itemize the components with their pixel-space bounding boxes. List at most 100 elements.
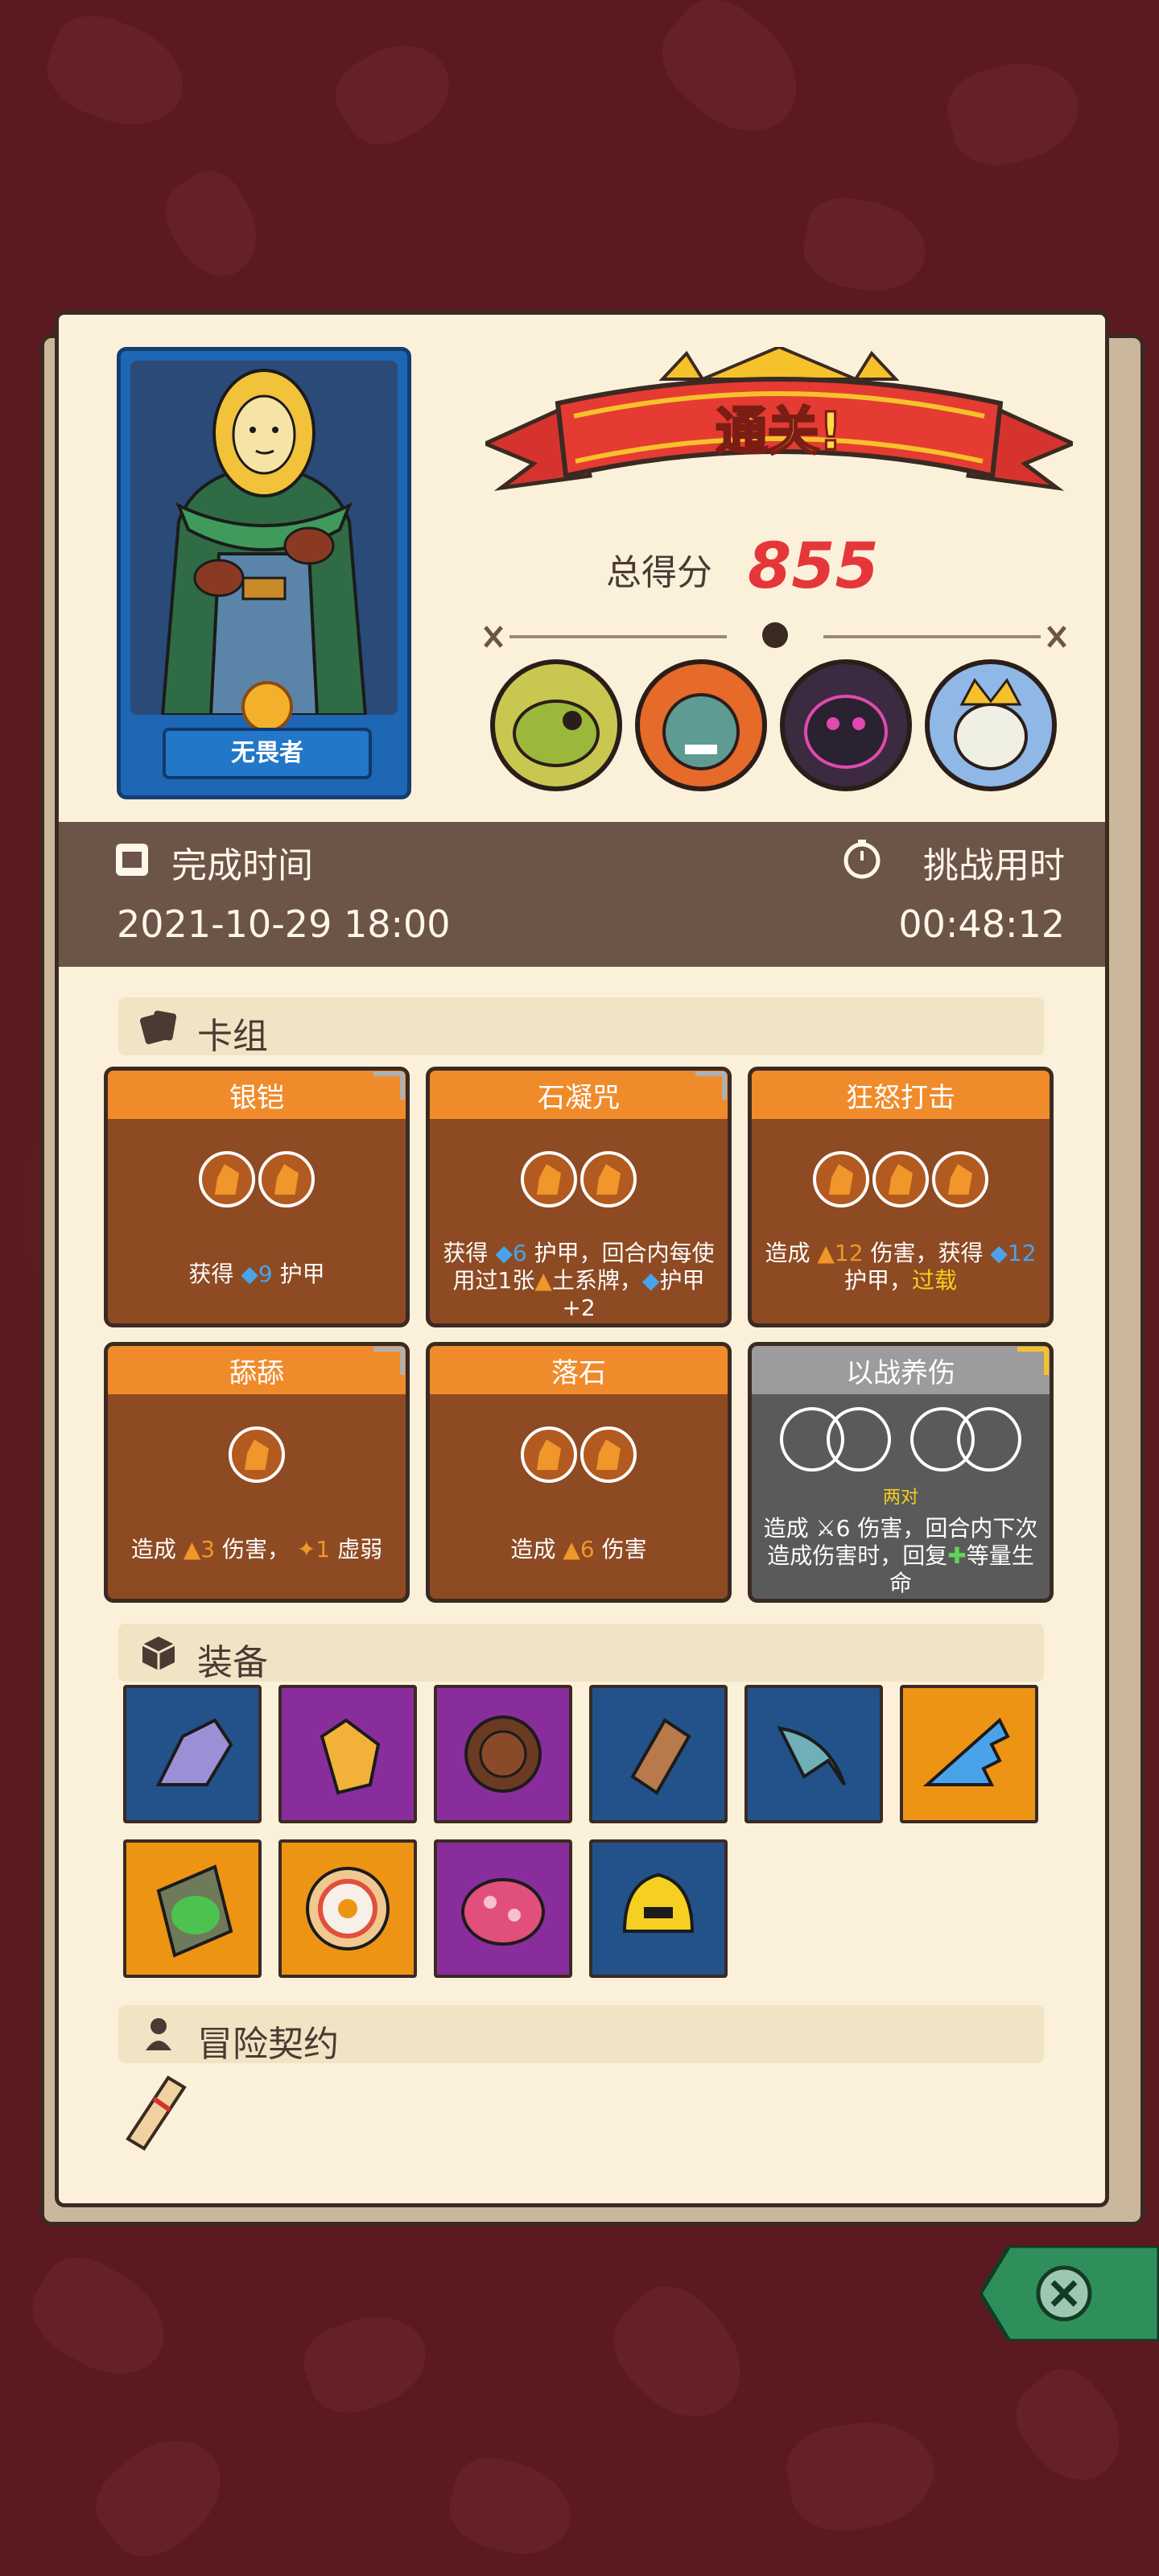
card-title: 石凝咒 — [538, 1082, 620, 1114]
close-icon — [978, 2244, 1159, 2343]
earth-orb-icon — [199, 1151, 255, 1208]
earth-icon: ▲ — [817, 1240, 835, 1266]
deck-card-battle-heal[interactable]: 以战养伤 两对 造成 ⚔6 伤害，回合内下次造成伤害时，回复✚等量生命 — [748, 1342, 1054, 1603]
boss-portrait-ogre[interactable] — [635, 659, 767, 791]
glove-icon — [320, 1718, 381, 1795]
earth-icon: ▲ — [183, 1536, 201, 1563]
claw-gauntlet-icon — [155, 1718, 233, 1786]
stopwatch-icon — [843, 840, 881, 879]
boss-portrait-lizard[interactable] — [490, 659, 622, 791]
result-panel: 无畏者 通关! 总得分 855 完成时间 挑战用时 2021-10-29 18:… — [55, 311, 1109, 2207]
sword-icon: ⚔ — [815, 1515, 836, 1542]
bone-king-icon — [954, 678, 1028, 770]
earth-orb-icon — [932, 1151, 988, 1208]
hero-illustration — [130, 361, 398, 715]
hero-name: 无畏者 — [163, 728, 372, 779]
earth-icon: ▲ — [563, 1536, 580, 1563]
calendar-icon — [116, 844, 148, 876]
score-label: 总得分 — [606, 552, 712, 593]
earth-orb-icon — [521, 1426, 577, 1483]
banner-title: 通关! — [715, 402, 843, 464]
gold-helmet-icon — [622, 1872, 695, 1933]
shield-icon: ◆ — [241, 1261, 258, 1287]
card-corner-icon — [373, 1347, 405, 1375]
card-corner-icon — [695, 1071, 727, 1100]
hero-portrait — [130, 361, 398, 715]
shield-icon: ◆ — [495, 1240, 513, 1266]
duration-value: 00:48:12 — [898, 902, 1065, 946]
equipment-slot-3[interactable] — [434, 1685, 572, 1823]
deck-card-silver-armor[interactable]: 银铠 获得 ◆9 护甲 — [104, 1067, 410, 1327]
equipment-title: 装备 — [197, 1642, 268, 1683]
equipment-slot-4[interactable] — [589, 1685, 728, 1823]
equipment-section-header: 装备 — [118, 1624, 1044, 1683]
card-description: 获得 ◆9 护甲 — [188, 1261, 325, 1287]
deck-section-header: 卡组 — [118, 997, 1044, 1057]
mushroom-cap-icon — [461, 1878, 545, 1946]
skull-divider-icon — [484, 622, 1066, 648]
equipment-slot-8[interactable] — [278, 1839, 417, 1978]
rank-medal-icon — [241, 681, 293, 733]
duration-label: 挑战用时 — [923, 845, 1065, 886]
equipment-slot-1[interactable] — [123, 1685, 262, 1823]
box-icon — [142, 1637, 175, 1670]
deck-card-falling-rock[interactable]: 落石 造成 ▲6 伤害 — [426, 1342, 732, 1603]
equipment-slot-10[interactable] — [589, 1839, 728, 1978]
deck-card-rage-strike[interactable]: 狂怒打击 造成 ▲12 伤害，获得 ◆12 护甲，过载 — [748, 1067, 1054, 1327]
shield-icon: ◆ — [990, 1240, 1008, 1266]
weak-icon: ✦ — [296, 1536, 316, 1563]
hero-card: 无畏者 — [117, 347, 411, 799]
equipment-slot-7[interactable] — [123, 1839, 262, 1978]
earth-orb-icon — [229, 1426, 285, 1483]
boss-portrait-bone-king[interactable] — [925, 659, 1057, 791]
equipment-slot-6[interactable] — [900, 1685, 1038, 1823]
card-description: 造成 ⚔6 伤害，回合内下次造成伤害时，回复✚等量生命 — [763, 1515, 1038, 1596]
heal-plus-icon: ✚ — [947, 1542, 967, 1569]
earth-orb-icon — [580, 1426, 637, 1483]
card-note: 两对 — [882, 1488, 918, 1508]
deck-card-lick[interactable]: 舔舔 造成 ▲3 伤害， ✦1 虚弱 — [104, 1342, 410, 1603]
score-row: 总得分 855 — [542, 530, 960, 603]
card-description: 获得 ◆6 护甲，回合内每使用过1张▲土系牌，◆护甲+2 — [443, 1240, 715, 1321]
card-title: 舔舔 — [229, 1357, 284, 1389]
card-corner-icon — [373, 1071, 405, 1100]
victory-banner: 通关! — [480, 345, 1079, 516]
dark-beast-icon — [804, 695, 888, 769]
earth-orb-icon — [580, 1151, 637, 1208]
scroll-icon — [126, 2075, 187, 2151]
bracer-icon — [630, 1718, 691, 1795]
boss-divider — [477, 619, 1073, 654]
ogre-icon — [662, 693, 740, 770]
time-info-bar: 完成时间 挑战用时 2021-10-29 18:00 00:48:12 — [59, 822, 1105, 967]
earth-icon: ▲ — [534, 1267, 552, 1294]
equipment-slot-5[interactable] — [744, 1685, 883, 1823]
card-description: 造成 ▲12 伤害，获得 ◆12 护甲，过载 — [765, 1240, 1037, 1294]
finish-time-label: 完成时间 — [171, 845, 313, 886]
spiked-blade-icon — [922, 1717, 1010, 1786]
person-icon — [146, 2018, 171, 2050]
finish-time-value: 2021-10-29 18:00 — [117, 902, 451, 946]
equipment-slot-9[interactable] — [434, 1839, 572, 1978]
blade-icon — [777, 1726, 846, 1786]
earth-orb-icon — [813, 1151, 869, 1208]
cards-icon — [139, 1010, 177, 1045]
contract-title: 冒险契约 — [197, 2024, 339, 2065]
lizard-icon — [513, 700, 600, 767]
earth-orb-icon — [258, 1151, 315, 1208]
contract-scroll-icon[interactable] — [112, 2066, 192, 2155]
card-title: 以战养伤 — [846, 1357, 955, 1389]
boss-portrait-dark-beast[interactable] — [780, 659, 912, 791]
close-button[interactable] — [978, 2244, 1159, 2343]
card-description: 造成 ▲6 伤害 — [510, 1536, 647, 1563]
shield-icon: ◆ — [641, 1267, 660, 1294]
equipment-slot-2[interactable] — [278, 1685, 417, 1823]
empty-orb-icon — [957, 1407, 1021, 1472]
earth-orb-icon — [872, 1151, 929, 1208]
deck-card-stone-spell[interactable]: 石凝咒 获得 ◆6 护甲，回合内每使用过1张▲土系牌，◆护甲+2 — [426, 1067, 732, 1327]
moss-slab-icon — [156, 1864, 233, 1958]
donut-icon — [306, 1867, 390, 1951]
card-title: 狂怒打击 — [846, 1082, 955, 1114]
card-title: 落石 — [551, 1357, 606, 1389]
empty-orb-icon — [827, 1407, 891, 1472]
contract-section-header: 冒险契约 — [118, 2005, 1044, 2065]
